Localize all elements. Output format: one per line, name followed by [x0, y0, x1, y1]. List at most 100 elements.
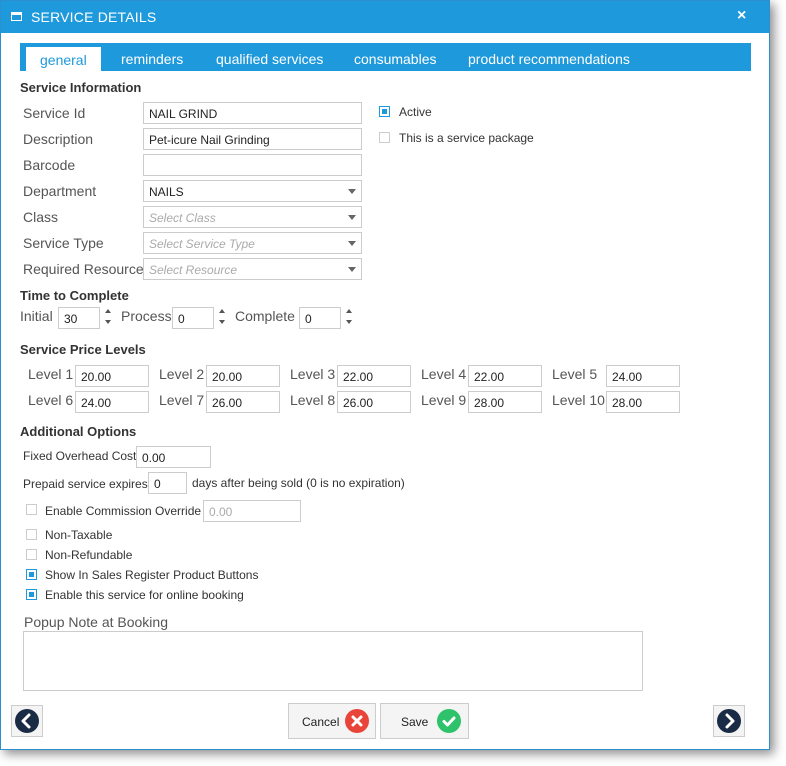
- spin-down-icon: [346, 320, 352, 324]
- description-label: Description: [23, 131, 94, 147]
- initial-spinner[interactable]: [105, 307, 113, 327]
- non-taxable-label: Non-Taxable: [45, 528, 113, 542]
- active-checkbox[interactable]: [379, 106, 390, 117]
- non-taxable-checkbox[interactable]: [26, 529, 37, 540]
- spin-up-icon: [219, 309, 225, 313]
- class-placeholder: Select Class: [149, 211, 216, 225]
- online-booking-checkbox[interactable]: [26, 589, 37, 600]
- level-2-input[interactable]: 20.00: [206, 365, 280, 387]
- complete-spinner[interactable]: [346, 307, 354, 327]
- online-booking-label: Enable this service for online booking: [45, 588, 244, 602]
- required-resource-select[interactable]: Select Resource: [143, 258, 362, 280]
- barcode-input[interactable]: [143, 154, 362, 176]
- level-3-label: Level 3: [290, 366, 336, 382]
- process-label: Process: [121, 308, 172, 324]
- level-10-input[interactable]: 28.00: [606, 391, 680, 413]
- prepaid-expires-label: Prepaid service expires: [23, 477, 148, 491]
- level-1-input[interactable]: 20.00: [75, 365, 149, 387]
- level-5-input[interactable]: 24.00: [606, 365, 680, 387]
- save-button[interactable]: Save: [380, 703, 469, 739]
- level-6-input[interactable]: 24.00: [75, 391, 149, 413]
- level-4-input[interactable]: 22.00: [468, 365, 542, 387]
- active-label: Active: [399, 105, 432, 119]
- service-package-checkbox[interactable]: [379, 132, 390, 143]
- department-value: NAILS: [149, 185, 184, 199]
- spin-up-icon: [105, 309, 111, 313]
- chevron-left-icon: [15, 709, 39, 733]
- tab-reminders[interactable]: reminders: [121, 51, 183, 67]
- level-10-label: Level 10: [552, 392, 605, 408]
- service-type-select[interactable]: Select Service Type: [143, 232, 362, 254]
- class-label: Class: [23, 209, 59, 225]
- service-details-window: SERVICE DETAILS × general reminders qual…: [0, 0, 770, 750]
- commission-override-input[interactable]: 0.00: [203, 500, 301, 522]
- service-type-placeholder: Select Service Type: [149, 237, 255, 251]
- time-to-complete-heading: Time to Complete: [20, 288, 129, 303]
- level-5-label: Level 5: [552, 366, 598, 382]
- save-check-icon: [437, 709, 461, 733]
- process-input[interactable]: 0: [172, 307, 214, 329]
- price-levels-heading: Service Price Levels: [20, 342, 146, 357]
- popup-note-textarea[interactable]: [23, 631, 643, 691]
- class-select[interactable]: Select Class: [143, 206, 362, 228]
- show-in-register-label: Show In Sales Register Product Buttons: [45, 568, 259, 582]
- non-refundable-checkbox[interactable]: [26, 549, 37, 560]
- service-id-label: Service Id: [23, 105, 86, 121]
- cancel-button-label: Cancel: [302, 715, 340, 729]
- barcode-label: Barcode: [23, 157, 76, 173]
- level-8-label: Level 8: [290, 392, 336, 408]
- tab-general[interactable]: general: [26, 47, 101, 71]
- department-label: Department: [23, 183, 97, 199]
- save-button-label: Save: [401, 715, 429, 729]
- prepaid-expires-suffix: days after being sold (0 is no expiratio…: [192, 476, 405, 490]
- level-6-label: Level 6: [28, 392, 74, 408]
- next-button[interactable]: [713, 705, 745, 737]
- spin-down-icon: [219, 320, 225, 324]
- chevron-down-icon: [348, 189, 356, 194]
- chevron-down-icon: [348, 241, 356, 246]
- fixed-overhead-input[interactable]: 0.00: [136, 446, 211, 468]
- cancel-button[interactable]: Cancel: [288, 703, 376, 739]
- level-2-label: Level 2: [159, 366, 205, 382]
- level-8-input[interactable]: 26.00: [337, 391, 411, 413]
- level-1-label: Level 1: [28, 366, 74, 382]
- chevron-right-icon: [717, 709, 741, 733]
- service-information-heading: Service Information: [20, 80, 142, 95]
- commission-override-label: Enable Commission Override: [45, 504, 202, 518]
- spin-down-icon: [105, 320, 111, 324]
- popup-note-label: Popup Note at Booking: [24, 614, 168, 630]
- window-title: SERVICE DETAILS: [31, 9, 157, 25]
- description-input[interactable]: Pet-icure Nail Grinding: [143, 128, 362, 150]
- level-7-label: Level 7: [159, 392, 205, 408]
- non-refundable-label: Non-Refundable: [45, 548, 133, 562]
- tab-qualified-services[interactable]: qualified services: [216, 51, 323, 67]
- level-9-input[interactable]: 28.00: [468, 391, 542, 413]
- required-resource-label: Required Resource: [23, 261, 144, 277]
- prepaid-expires-input[interactable]: 0: [148, 472, 187, 494]
- initial-input[interactable]: 30: [58, 307, 100, 329]
- cancel-x-icon: [345, 709, 369, 733]
- service-id-input[interactable]: NAIL GRIND: [143, 102, 362, 124]
- level-3-input[interactable]: 22.00: [337, 365, 411, 387]
- additional-options-heading: Additional Options: [20, 424, 137, 439]
- level-9-label: Level 9: [421, 392, 467, 408]
- level-7-input[interactable]: 26.00: [206, 391, 280, 413]
- complete-input[interactable]: 0: [299, 307, 341, 329]
- chevron-down-icon: [348, 215, 356, 220]
- window-icon: [11, 12, 22, 21]
- level-4-label: Level 4: [421, 366, 467, 382]
- complete-label: Complete: [235, 308, 295, 324]
- close-button[interactable]: ×: [737, 7, 746, 25]
- tab-consumables[interactable]: consumables: [354, 51, 437, 67]
- chevron-down-icon: [348, 267, 356, 272]
- process-spinner[interactable]: [219, 307, 227, 327]
- tab-product-recommendations[interactable]: product recommendations: [468, 51, 630, 67]
- initial-label: Initial: [20, 308, 53, 324]
- fixed-overhead-label: Fixed Overhead Cost: [23, 449, 137, 463]
- spin-up-icon: [346, 309, 352, 313]
- commission-override-checkbox[interactable]: [26, 504, 37, 515]
- previous-button[interactable]: [11, 705, 43, 737]
- required-resource-placeholder: Select Resource: [149, 263, 238, 277]
- show-in-register-checkbox[interactable]: [26, 569, 37, 580]
- department-select[interactable]: NAILS: [143, 180, 362, 202]
